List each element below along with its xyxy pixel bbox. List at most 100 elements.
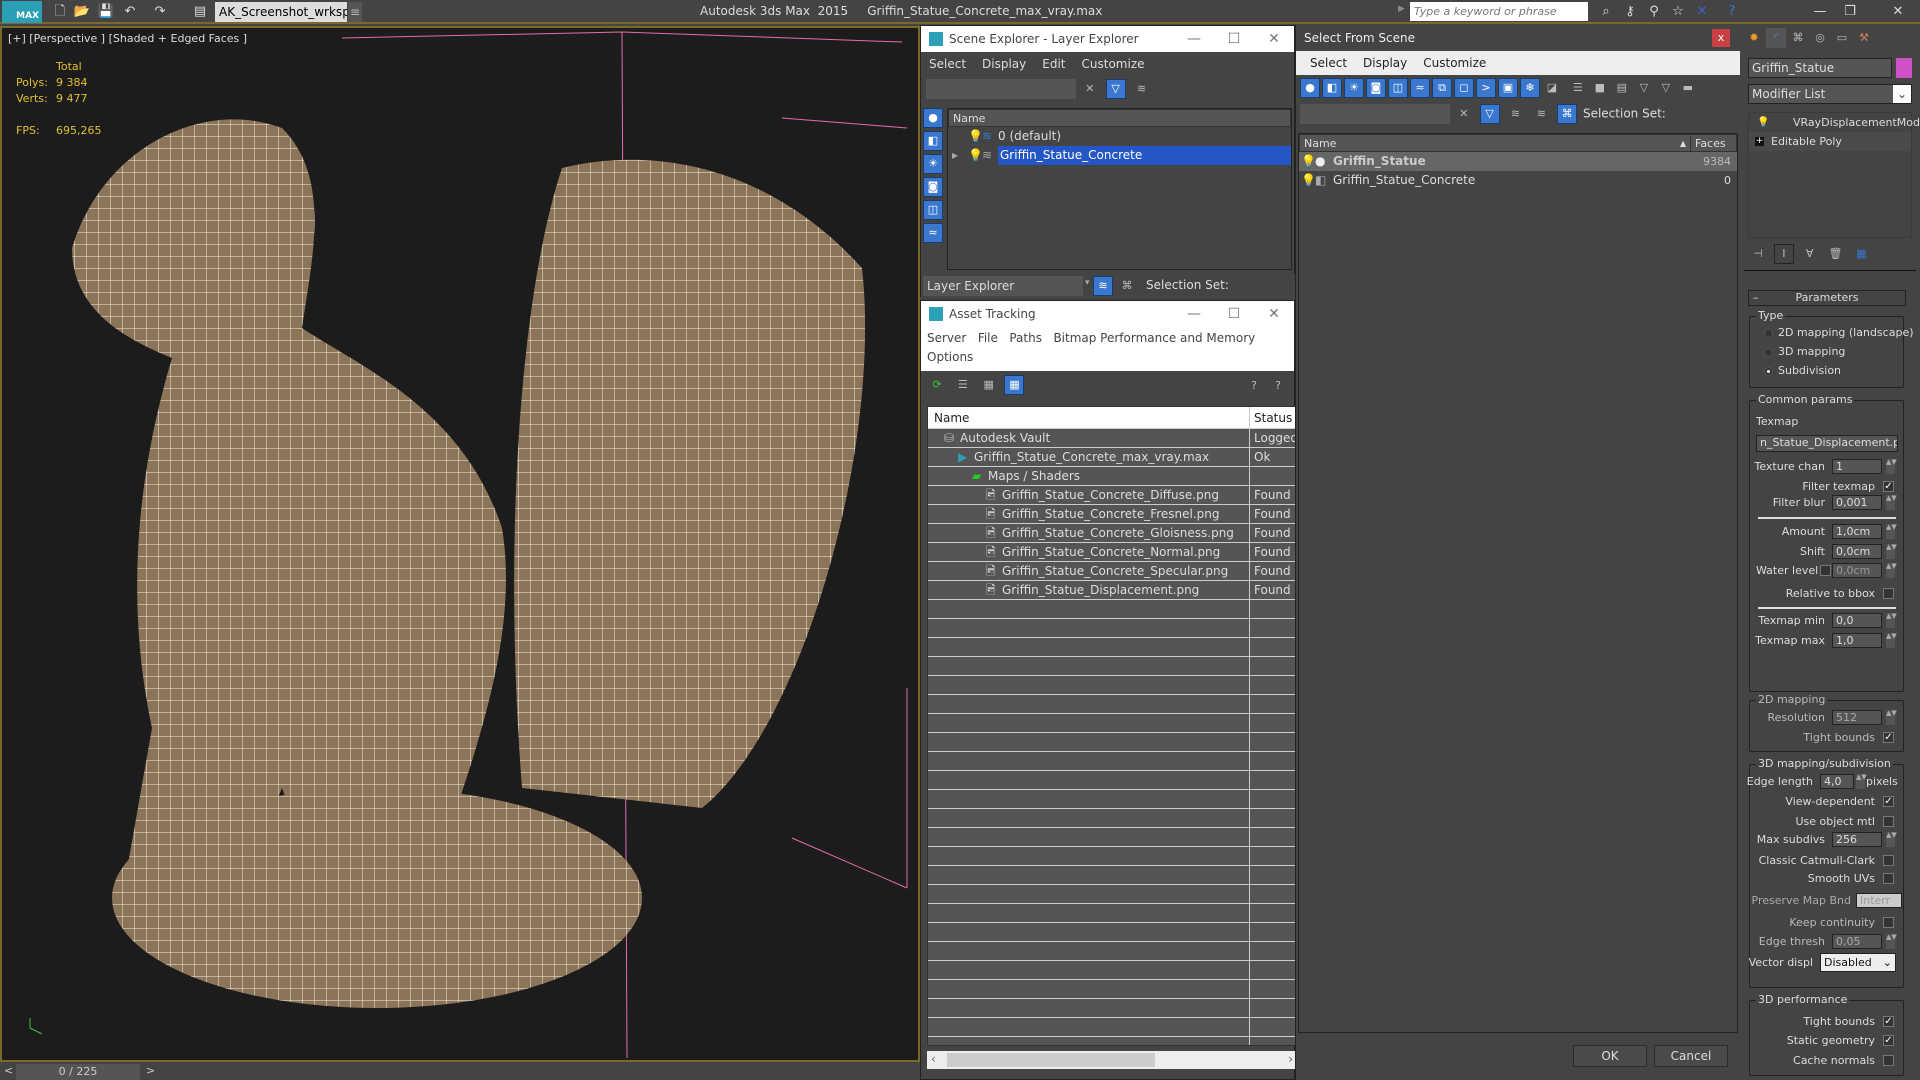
refresh-icon[interactable]: ⟳	[927, 375, 947, 395]
utilities-tab-icon[interactable]: ⚒	[1854, 28, 1874, 48]
time-prev-button[interactable]: <	[4, 1064, 13, 1077]
undo-icon[interactable]: ↶	[120, 3, 140, 21]
menu-edit[interactable]: Edit	[1042, 57, 1065, 71]
help-icon[interactable]: ?	[1722, 3, 1742, 21]
groups-filter-icon[interactable]: ⧉	[1432, 78, 1452, 98]
spinner-icon[interactable]: ▲▼	[1886, 613, 1897, 628]
column-name[interactable]: Name	[948, 109, 1291, 127]
list-view-icon[interactable]: ☰	[953, 375, 973, 395]
asset-row[interactable]: ⛁ Autodesk Vault Logged	[928, 429, 1296, 448]
key-icon[interactable]: ⚷	[1620, 3, 1640, 21]
menu-options[interactable]: Options	[927, 350, 973, 364]
layer-row[interactable]: 💡 ≋ 0 (default)	[948, 127, 1291, 146]
display-tab-icon[interactable]: ▭	[1832, 28, 1852, 48]
keep-continuity-checkbox[interactable]	[1883, 917, 1894, 928]
filter-icon[interactable]: ▽	[1105, 79, 1126, 99]
help-tooltip-icon[interactable]: ?	[1268, 376, 1288, 396]
object-color-swatch[interactable]	[1896, 58, 1912, 78]
cache-normals-checkbox[interactable]	[1883, 1055, 1894, 1066]
show-end-result-icon[interactable]: I	[1773, 244, 1794, 264]
favorites-star-icon[interactable]: ☆	[1668, 3, 1688, 21]
spinner-icon[interactable]: ▲▼	[1886, 563, 1897, 578]
layer-row[interactable]: ▸ 💡 ≋ Griffin_Statue_Concrete	[948, 146, 1291, 165]
select-from-scene-titlebar[interactable]: Select From Scene x	[1296, 25, 1740, 51]
texmap-min-input[interactable]: 0,0	[1832, 613, 1882, 628]
modifier-stack-item[interactable]: + Editable Poly	[1749, 132, 1911, 151]
catmull-clark-checkbox[interactable]	[1883, 855, 1894, 866]
hierarchy-tab-icon[interactable]: ⌘	[1788, 28, 1808, 48]
filter-options-icon[interactable]: ▽	[1656, 78, 1676, 98]
cameras-filter-icon[interactable]: ◙	[923, 177, 943, 197]
menu-select[interactable]: Select	[1310, 56, 1347, 70]
quick-access-menu-button[interactable]: ≡	[348, 2, 362, 22]
spinner-icon[interactable]: ▲▼	[1886, 633, 1897, 648]
project-folder-icon[interactable]: ▤	[190, 3, 210, 21]
restore-button[interactable]: ❐	[1840, 3, 1860, 21]
horizontal-scrollbar[interactable]: ‹ ›	[927, 1051, 1297, 1069]
shapes-filter-icon[interactable]: ◧	[923, 131, 943, 151]
time-next-button[interactable]: >	[146, 1064, 155, 1077]
minimize-button[interactable]: —	[1174, 301, 1214, 327]
spacewarps-filter-icon[interactable]: ≈	[923, 223, 943, 243]
satellite-icon[interactable]: ⚲	[1644, 3, 1664, 21]
shapes-filter-icon[interactable]: ◧	[1322, 78, 1342, 98]
use-object-mtl-checkbox[interactable]	[1883, 816, 1894, 827]
scrollbar-thumb[interactable]	[947, 1053, 1155, 1067]
filter-icon[interactable]: ▽	[1634, 78, 1654, 98]
perspective-viewport[interactable]: [+] [Perspective ] [Shaded + Edged Faces…	[0, 26, 920, 1062]
asset-tracking-titlebar[interactable]: Asset Tracking — ☐ ✕	[921, 301, 1294, 327]
hierarchy-icon[interactable]: ⌘	[1557, 104, 1578, 124]
asset-row[interactable]: 🖻 Griffin_Statue_Concrete_Normal.png Found	[928, 543, 1296, 562]
menu-paths[interactable]: Paths	[1009, 331, 1042, 345]
light-bulb-icon[interactable]: 💡	[1301, 171, 1316, 190]
resolution-input[interactable]: 512	[1832, 710, 1882, 725]
layer-settings-icon[interactable]: ≋	[1505, 104, 1525, 124]
explorer-mode-dropdown[interactable]: Layer Explorer	[923, 276, 1083, 296]
save-file-icon[interactable]: 💾	[96, 3, 116, 21]
texmap-button[interactable]: n_Statue_Displacement.png)	[1756, 435, 1898, 452]
spinner-icon[interactable]: ▲▼	[1886, 495, 1897, 510]
spinner-icon[interactable]: ▲▼	[1886, 524, 1897, 539]
column-name[interactable]: Name	[1304, 137, 1336, 150]
smooth-uvs-checkbox[interactable]	[1883, 873, 1894, 884]
layers-icon[interactable]: ≋	[1531, 104, 1551, 124]
menu-server[interactable]: Server	[927, 331, 966, 345]
make-unique-icon[interactable]: ∀	[1800, 244, 1820, 264]
tree-view-icon[interactable]: ▦	[979, 375, 999, 395]
radio-2d-mapping[interactable]	[1764, 329, 1773, 338]
spinner-icon[interactable]: ▲▼	[1886, 934, 1897, 949]
motion-tab-icon[interactable]: ◎	[1810, 28, 1830, 48]
menu-bitmap-performance[interactable]: Bitmap Performance and Memory	[1053, 331, 1255, 345]
scroll-right-icon[interactable]: ›	[1288, 1052, 1293, 1066]
menu-select[interactable]: Select	[929, 57, 966, 71]
object-row[interactable]: 💡 ◧ Griffin_Statue_Concrete 0	[1299, 171, 1737, 190]
clear-find-icon[interactable]: ✕	[1080, 79, 1100, 99]
radio-subdivision[interactable]	[1764, 367, 1773, 376]
modify-tab-icon[interactable]: ◜	[1766, 28, 1786, 48]
maximize-button[interactable]: ☐	[1214, 26, 1254, 52]
filter-icon[interactable]: ▽	[1479, 104, 1500, 124]
minimize-button[interactable]: —	[1174, 26, 1214, 52]
relative-bbox-checkbox[interactable]	[1883, 588, 1894, 599]
modifier-stack-item[interactable]: 💡 VRayDisplacementMod	[1749, 113, 1920, 132]
water-level-input[interactable]: 0,0cm	[1832, 563, 1882, 578]
lights-filter-icon[interactable]: ☀	[923, 154, 943, 174]
light-bulb-icon[interactable]: 💡	[968, 146, 983, 165]
hierarchy-icon[interactable]: ⌘	[1117, 276, 1137, 296]
radio-3d-mapping[interactable]	[1764, 348, 1773, 357]
clear-find-icon[interactable]: ✕	[1454, 104, 1474, 124]
menu-display[interactable]: Display	[1363, 56, 1407, 70]
bones-filter-icon[interactable]: >	[1476, 78, 1496, 98]
object-name-field[interactable]: Griffin_Statue	[1748, 58, 1892, 78]
light-bulb-icon[interactable]: 💡	[1301, 152, 1316, 171]
open-file-icon[interactable]: 📂	[72, 3, 92, 21]
spinner-icon[interactable]: ▲▼	[1886, 459, 1897, 474]
frozen-filter-icon[interactable]: ❄	[1520, 78, 1540, 98]
edge-length-input[interactable]: 4,0	[1820, 774, 1854, 789]
time-slider[interactable]: 0 / 225	[16, 1064, 140, 1080]
remove-modifier-icon[interactable]: 🗑	[1825, 244, 1845, 264]
exchange-icon[interactable]: ✕	[1692, 3, 1712, 21]
shift-input[interactable]: 0,0cm	[1832, 544, 1882, 559]
asset-row[interactable]: ▶ Griffin_Statue_Concrete_max_vray.max Ok	[928, 448, 1296, 467]
close-button[interactable]: ✕	[1888, 3, 1908, 21]
